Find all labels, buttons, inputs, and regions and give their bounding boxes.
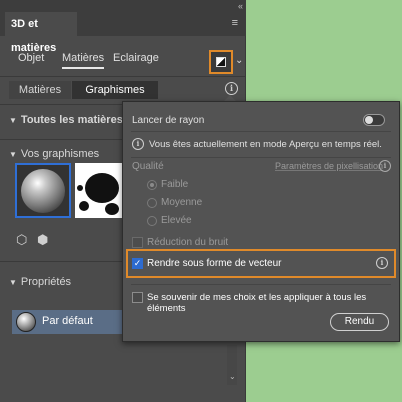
tab-objet[interactable]: Objet (18, 52, 44, 64)
collapse-icon[interactable]: « (238, 1, 243, 11)
scroll-down-icon[interactable]: ⌄ (229, 372, 236, 381)
segment-matieres[interactable]: Matières (9, 81, 71, 99)
info-icon[interactable]: i (225, 82, 238, 95)
ink-blot (105, 203, 119, 215)
quality-option-faible: Faible (161, 179, 189, 190)
toggle-knob (365, 116, 373, 124)
noise-reduction-label: Réduction du bruit (147, 237, 229, 248)
raytrace-label: Lancer de rayon (132, 115, 205, 126)
property-row-default[interactable]: Par défaut (12, 310, 124, 334)
info-icon: i (132, 138, 144, 150)
tab-3d-materials[interactable]: 3D et matières (5, 12, 77, 54)
graphic-actions: ⬡ ⬢ (16, 232, 48, 248)
section-all-materials-label: Toutes les matières et (20, 114, 136, 126)
tab-matieres[interactable]: Matières (62, 52, 105, 69)
noise-reduction-checkbox[interactable] (132, 237, 143, 248)
vector-render-label: Rendre sous forme de vecteur (147, 258, 282, 269)
info-icon[interactable]: i (376, 257, 388, 269)
section-your-graphics[interactable]: ▼ Vos graphismes (9, 148, 99, 160)
chevron-down-icon: ▼ (9, 278, 17, 287)
quality-label: Qualité (132, 161, 164, 172)
ink-blot (85, 173, 119, 203)
section-your-graphics-label: Vos graphismes (20, 148, 100, 160)
divider (131, 131, 391, 132)
sphere-thumbnail (21, 169, 65, 213)
chevron-down-icon: ▼ (9, 116, 17, 125)
cube-add-icon[interactable]: ⬢ (37, 232, 48, 247)
preview-notice: Vous êtes actuellement en mode Aperçu en… (149, 139, 382, 150)
render-icon (216, 57, 226, 67)
ink-blot (77, 185, 83, 191)
raytrace-toggle[interactable] (363, 114, 385, 126)
remember-choices-checkbox[interactable] (132, 292, 143, 303)
quality-option-elevee: Elevée (161, 215, 192, 226)
graphic-swatch-sphere[interactable] (15, 163, 71, 218)
remember-choices-label: Se souvenir de mes choix et les applique… (147, 292, 367, 314)
quality-radio-elevee[interactable] (147, 216, 157, 226)
render-settings-popup: Lancer de rayon i Vous êtes actuellement… (122, 101, 400, 342)
divider (0, 76, 246, 77)
divider (131, 157, 391, 158)
panel-tab-bar: 3D et matières ≡ (0, 12, 246, 54)
graphic-swatch-ink[interactable] (75, 163, 125, 218)
quality-radio-faible[interactable] (147, 180, 157, 190)
render-settings-button[interactable] (209, 50, 233, 74)
chevron-down-icon: ▼ (9, 150, 17, 159)
section-all-materials[interactable]: ▼ Toutes les matières et (9, 114, 136, 126)
chevron-down-icon[interactable]: ⌄ (235, 55, 243, 66)
info-icon[interactable]: i (379, 160, 391, 172)
segment-graphismes[interactable]: Graphismes (72, 81, 158, 99)
cube-icon[interactable]: ⬡ (16, 232, 27, 247)
quality-option-moyenne: Moyenne (161, 197, 203, 208)
quality-radio-moyenne[interactable] (147, 198, 157, 208)
divider (131, 284, 391, 285)
panel-menu-icon[interactable]: ≡ (232, 17, 238, 29)
pixelisation-settings-link[interactable]: Paramètres de pixellisation (275, 161, 383, 171)
section-properties-label: Propriétés (20, 276, 72, 288)
section-properties[interactable]: ▼ Propriétés (9, 276, 71, 288)
property-default-label: Par défaut (42, 315, 93, 327)
panel-top-strip: « (0, 0, 246, 12)
material-ball-icon (16, 312, 36, 332)
vector-render-checkbox[interactable]: ✓ (132, 258, 143, 269)
ink-blot (79, 201, 89, 211)
tab-eclairage[interactable]: Eclairage (113, 52, 159, 64)
render-button[interactable]: Rendu (330, 313, 389, 331)
